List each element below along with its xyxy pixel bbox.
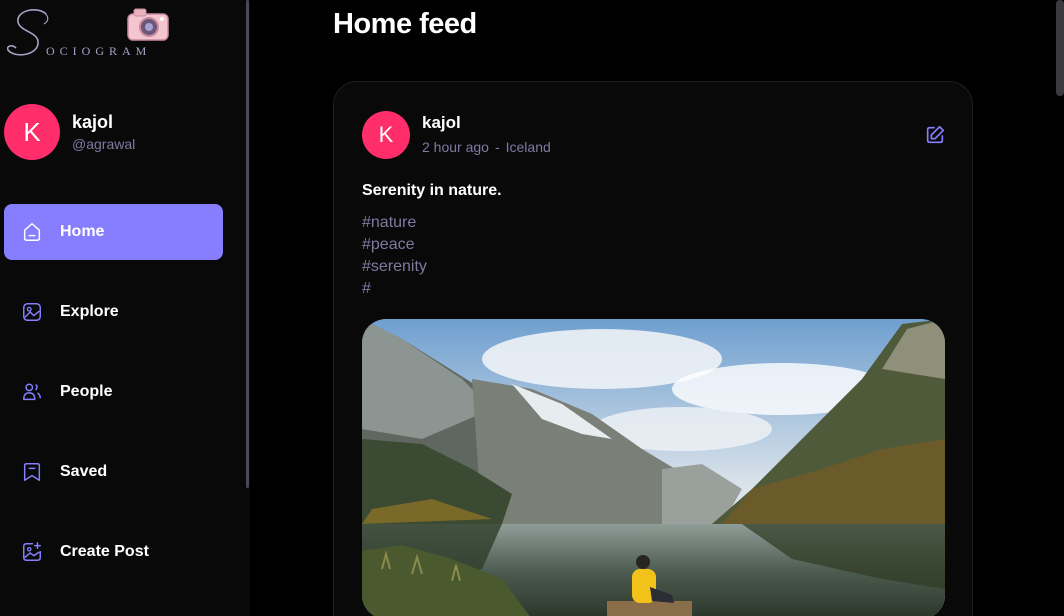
mountain-lake-photo <box>362 319 945 616</box>
home-icon <box>20 220 44 244</box>
sidebar-item-label: Home <box>60 223 105 240</box>
edit-post-button[interactable] <box>924 124 946 146</box>
meta-separator: - <box>494 139 500 155</box>
sidebar-item-create-post[interactable]: Create Post <box>4 524 223 580</box>
people-icon <box>20 380 44 404</box>
post-image[interactable] <box>362 319 945 616</box>
post-tag[interactable]: #peace <box>362 234 427 256</box>
post-tag[interactable]: #serenity <box>362 256 427 278</box>
profile-handle: @agrawal <box>72 136 136 152</box>
logo-text: OCIOGRAM <box>46 44 152 58</box>
add-image-icon <box>20 540 44 564</box>
sidebar-item-people[interactable]: People <box>4 364 223 420</box>
edit-icon <box>926 125 945 144</box>
post-time: 2 hour ago <box>422 139 489 155</box>
sidebar-item-saved[interactable]: Saved <box>4 444 223 500</box>
sidebar-item-explore[interactable]: Explore <box>4 284 223 340</box>
profile-name: kajol <box>72 112 114 132</box>
sidebar-item-home[interactable]: Home <box>4 204 223 260</box>
camera-icon <box>127 8 169 41</box>
post-tag[interactable]: #nature <box>362 212 427 234</box>
page-title: Home feed <box>333 8 477 40</box>
sidebar-item-label: Explore <box>60 303 119 320</box>
post-location: Iceland <box>505 139 551 155</box>
sidebar-item-label: Saved <box>60 463 108 480</box>
sidebar-item-label: Create Post <box>60 543 149 560</box>
app-root: OCIOGRAM K kajol @agrawal Home Explore P… <box>0 0 1064 616</box>
bookmark-icon <box>20 460 44 484</box>
gallery-icon <box>20 300 44 324</box>
post-tag[interactable]: # <box>362 278 427 300</box>
post-author-name[interactable]: kajol <box>422 113 461 133</box>
sidebar: OCIOGRAM K kajol @agrawal Home Explore P… <box>0 0 250 616</box>
user-profile[interactable]: K kajol @agrawal <box>4 104 244 160</box>
avatar[interactable]: K <box>4 104 60 160</box>
main-scrollbar[interactable] <box>1056 0 1064 96</box>
sidebar-item-label: People <box>60 383 113 400</box>
post-card: K kajol 2 hour ago - Iceland Serenity in n… <box>333 81 973 616</box>
post-meta: 2 hour ago - Iceland <box>422 139 551 155</box>
app-logo[interactable]: OCIOGRAM <box>6 6 176 62</box>
post-tags: #nature #peace #serenity # <box>362 212 427 300</box>
post-caption: Serenity in nature. <box>362 182 502 199</box>
sidebar-scrollbar[interactable] <box>246 0 249 488</box>
post-author-avatar[interactable]: K <box>362 111 410 159</box>
